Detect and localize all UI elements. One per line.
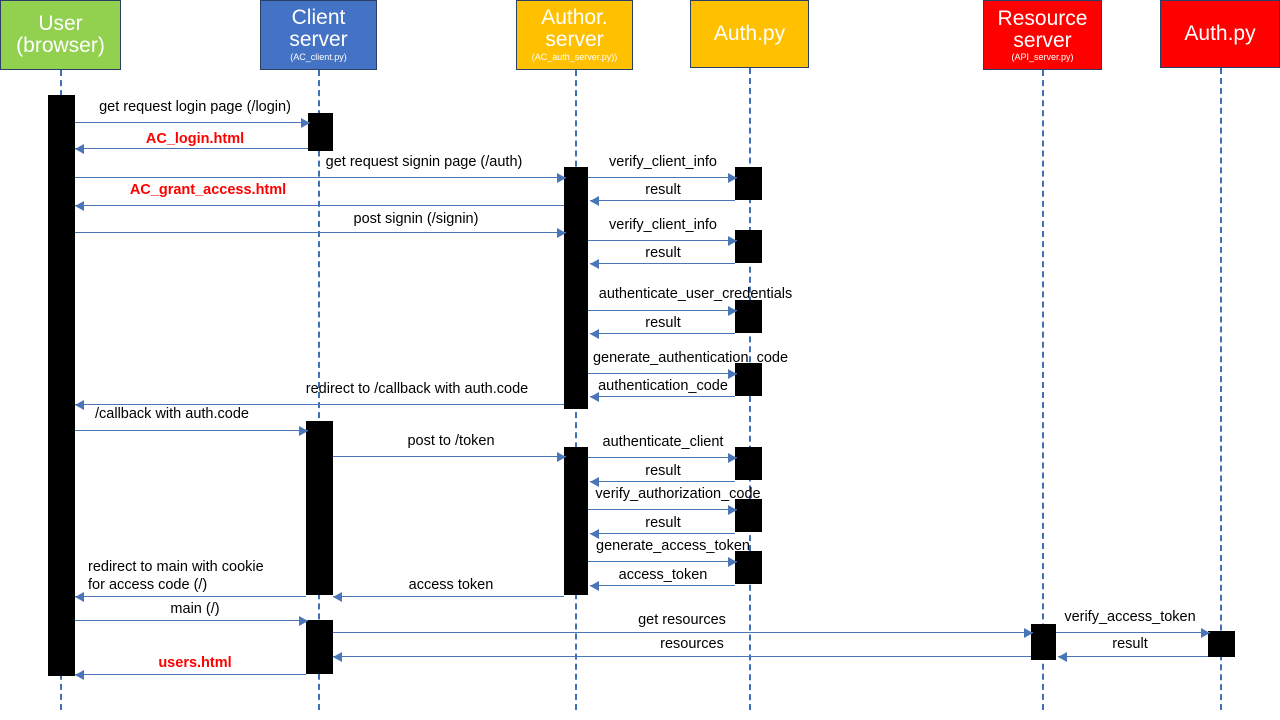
message-line-m24 (75, 596, 306, 597)
message-line-m17 (588, 457, 737, 458)
message-label-m13: authentication_code (598, 378, 728, 394)
message-line-m2 (75, 148, 308, 149)
message-label-m21: generate_access_token (596, 538, 750, 554)
lifeline-resource (1042, 70, 1044, 710)
message-label-m10: authenticate_user_credentials (598, 286, 793, 302)
participant-resauth: Auth.py (1160, 0, 1280, 68)
client-activation-main (306, 620, 333, 674)
message-line-m23 (333, 596, 564, 597)
message-label-m11: result (645, 315, 681, 331)
message-arrowhead-m16 (557, 452, 566, 462)
message-label-m19: verify_authorization_code (595, 486, 761, 502)
message-label-m18: result (645, 463, 681, 479)
message-line-m18 (590, 481, 735, 482)
message-line-m19 (588, 509, 737, 510)
message-line-m7 (590, 200, 735, 201)
message-line-m15 (75, 430, 308, 431)
message-label-m8: verify_client_info (609, 217, 717, 233)
message-label-m20: result (645, 515, 681, 531)
message-label-m23: access token (408, 577, 494, 593)
message-line-m22 (590, 585, 735, 586)
message-arrowhead-m29 (333, 652, 342, 662)
message-line-m26 (333, 632, 1033, 633)
message-line-m6 (588, 177, 737, 178)
message-label-m25: main (/) (170, 601, 220, 617)
message-label-m7: result (645, 182, 681, 198)
message-arrowhead-m26 (1024, 628, 1033, 638)
message-label-m16: post to /token (407, 433, 495, 449)
participant-title: Auth.py (1184, 21, 1256, 45)
message-label-m9: result (645, 245, 681, 261)
message-arrowhead-m3 (557, 173, 566, 183)
message-line-m12 (588, 373, 737, 374)
message-line-m28 (1058, 656, 1208, 657)
message-line-m5 (75, 232, 566, 233)
participant-user: User (browser) (0, 0, 121, 70)
user-activation (48, 95, 75, 676)
message-arrowhead-m1 (301, 118, 310, 128)
message-line-m27 (1056, 632, 1210, 633)
message-label-m4: AC_grant_access.html (129, 182, 287, 198)
message-label-m30: users.html (158, 655, 232, 671)
message-label-m29: resources (660, 636, 724, 652)
participant-subtitle: (AC_client.py) (290, 52, 347, 63)
message-label-m12: generate_authentication_code (592, 350, 789, 366)
message-line-m1 (75, 122, 310, 123)
participant-author: Author. server (AC_auth_server.py)) (516, 0, 633, 70)
message-arrowhead-m15 (299, 426, 308, 436)
message-arrowhead-m28 (1058, 652, 1067, 662)
participant-title: Resource server (997, 6, 1088, 52)
participant-authpy: Auth.py (690, 0, 809, 68)
message-line-m21 (588, 561, 737, 562)
message-label-m17: authenticate_client (602, 434, 724, 450)
message-line-m20 (590, 533, 735, 534)
message-line-m29 (333, 656, 1031, 657)
message-label-m27: verify_access_token (1064, 609, 1196, 625)
message-label-m3: get request signin page (/auth) (325, 154, 523, 170)
participant-title: Auth.py (713, 21, 786, 45)
message-line-m9 (590, 263, 735, 264)
message-line-m30 (75, 674, 306, 675)
message-label-m24: redirect to main with cookie for access … (88, 559, 264, 594)
message-label-m2: AC_login.html (145, 131, 245, 147)
participant-subtitle: (AC_auth_server.py)) (531, 52, 618, 63)
message-label-m15: /callback with auth.code (95, 406, 249, 422)
message-arrowhead-m4 (75, 201, 84, 211)
message-label-m28: result (1112, 636, 1148, 652)
resauth-activation (1208, 631, 1235, 657)
message-line-m10 (588, 310, 737, 311)
participant-client: Client server (AC_client.py) (260, 0, 377, 70)
message-label-m26: get resources (638, 612, 726, 628)
message-line-m16 (333, 456, 566, 457)
sequence-diagram-canvas: User (browser) Client server (AC_client.py… (0, 0, 1280, 720)
message-line-m3 (75, 177, 566, 178)
message-label-m22: access_token (618, 567, 708, 583)
message-label-m1: get request login page (/login) (99, 99, 291, 115)
message-label-m6: verify_client_info (609, 154, 717, 170)
message-line-m13 (590, 396, 735, 397)
client-activation-login (308, 113, 333, 151)
participant-title: Client server (289, 6, 348, 52)
message-line-m4 (75, 205, 564, 206)
message-label-m5: post signin (/signin) (353, 211, 479, 227)
participant-title: Author. server (541, 6, 608, 52)
participant-subtitle: (API_server.py) (1011, 51, 1074, 62)
message-arrowhead-m5 (557, 228, 566, 238)
participant-resource: Resource server (API_server.py) (983, 0, 1102, 70)
message-line-m25 (75, 620, 308, 621)
participant-title: User (browser) (16, 11, 105, 57)
message-line-m11 (590, 333, 735, 334)
message-line-m8 (588, 240, 737, 241)
message-label-m14: redirect to /callback with auth.code (305, 381, 529, 397)
lifeline-resauth (1220, 68, 1222, 710)
message-arrowhead-m14 (75, 400, 84, 410)
